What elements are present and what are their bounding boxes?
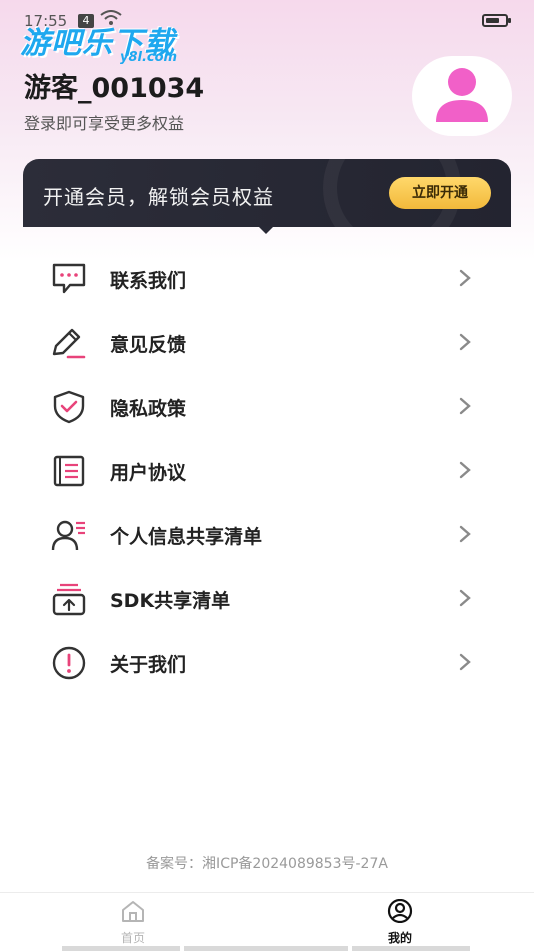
battery-icon <box>482 14 511 27</box>
login-hint[interactable]: 登录即可享受更多权益 <box>24 110 184 134</box>
pencil-icon <box>52 328 86 359</box>
menu-label: 联系我们 <box>110 270 187 292</box>
watermark-url: y8l.com <box>120 50 178 65</box>
icp-record[interactable]: 备案号：湘ICP备2024089853号-27A <box>0 853 534 873</box>
home-icon <box>122 901 144 922</box>
nav-segment <box>62 946 180 951</box>
battery-level <box>486 18 499 23</box>
vip-banner[interactable]: 开通会员，解锁会员权益 立即开通 <box>23 159 511 227</box>
username[interactable]: 游客_001034 <box>24 66 204 105</box>
menu-label: 个人信息共享清单 <box>110 526 263 548</box>
bottom-tab-bar: 首页 我的 <box>0 892 534 951</box>
vip-promo-text: 开通会员，解锁会员权益 <box>43 185 274 209</box>
person-list-icon <box>51 520 85 551</box>
share-box-icon <box>52 583 86 616</box>
menu-item-sdk-list[interactable]: SDK共享清单 <box>0 566 534 630</box>
avatar[interactable] <box>412 56 512 136</box>
chat-bubble-icon <box>52 263 86 294</box>
menu-label: 关于我们 <box>110 654 187 676</box>
menu-item-privacy[interactable]: 隐私政策 <box>0 374 534 438</box>
user-avatar-icon <box>436 68 488 122</box>
menu-label: 用户协议 <box>110 462 187 484</box>
profile-icon <box>387 898 413 924</box>
menu-item-personal-info-list[interactable]: 个人信息共享清单 <box>0 502 534 566</box>
document-icon <box>53 455 85 487</box>
chevron-right-icon <box>459 461 471 479</box>
chevron-right-icon <box>459 397 471 415</box>
settings-menu: 联系我们 意见反馈 隐私政策 用户协议 个人信息共享清单 SDK共享清单 关于我… <box>0 246 534 694</box>
open-vip-button[interactable]: 立即开通 <box>389 177 491 209</box>
menu-label: 意见反馈 <box>110 334 187 356</box>
chevron-right-icon <box>459 333 471 351</box>
system-nav-strip <box>0 946 534 951</box>
tab-label: 首页 <box>120 931 145 945</box>
chevron-right-icon <box>459 589 471 607</box>
menu-item-user-agreement[interactable]: 用户协议 <box>0 438 534 502</box>
chevron-right-icon <box>459 525 471 543</box>
tab-mine[interactable]: 我的 <box>340 898 460 946</box>
menu-item-feedback[interactable]: 意见反馈 <box>0 310 534 374</box>
menu-item-contact[interactable]: 联系我们 <box>0 246 534 310</box>
chevron-right-icon <box>459 653 471 671</box>
nav-segment <box>184 946 348 951</box>
tab-home[interactable]: 首页 <box>73 899 193 946</box>
nav-segment <box>352 946 470 951</box>
menu-label: 隐私政策 <box>110 398 187 420</box>
menu-item-about[interactable]: 关于我们 <box>0 630 534 694</box>
info-circle-icon <box>52 646 86 680</box>
menu-label: SDK共享清单 <box>110 590 231 612</box>
shield-check-icon <box>53 390 85 424</box>
chevron-right-icon <box>459 269 471 287</box>
tab-label: 我的 <box>387 931 412 945</box>
